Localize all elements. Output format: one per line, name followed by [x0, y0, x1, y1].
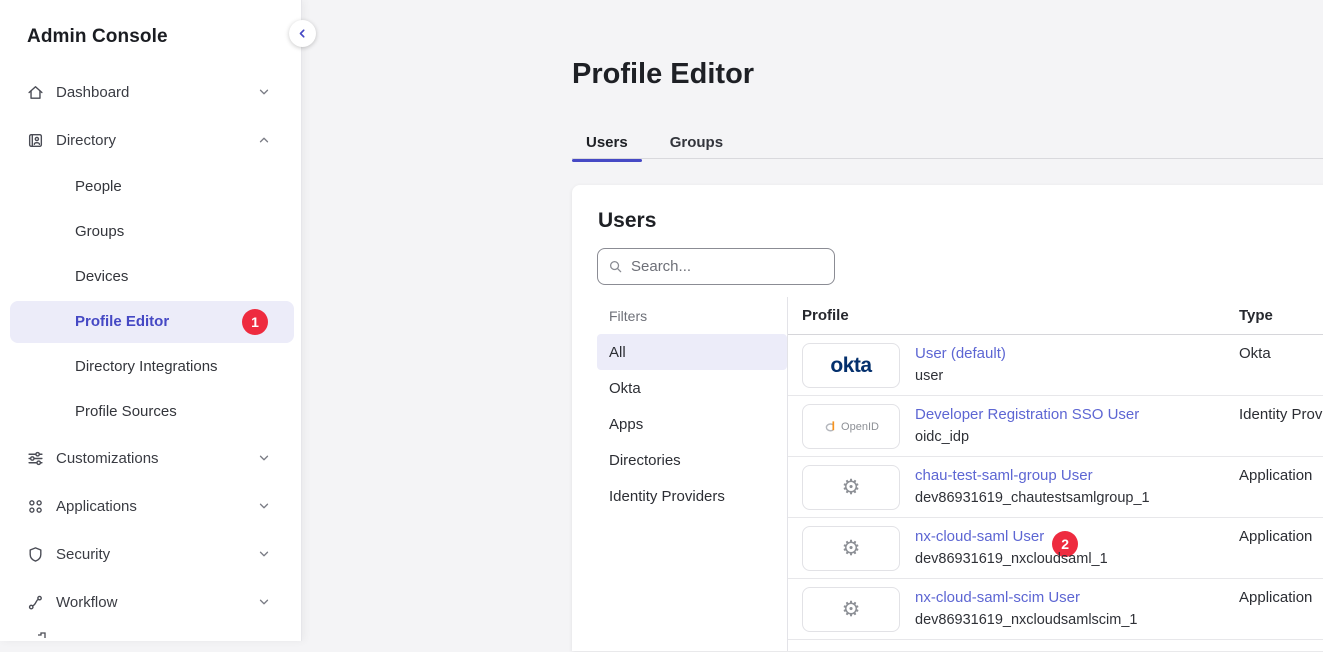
filter-directories[interactable]: Directories — [597, 442, 787, 478]
sidebar-item-people[interactable]: People — [0, 164, 301, 209]
profiles-table: Profile Type okta User (default) user Ok… — [788, 297, 1323, 640]
filters-panel: Filters All Okta Apps Directories Identi… — [597, 300, 787, 514]
sidebar-item-label: Security — [56, 546, 110, 563]
search-input[interactable] — [631, 258, 811, 275]
sidebar-item-label: Directory — [56, 132, 116, 149]
okta-logo: okta — [802, 343, 900, 388]
chevron-up-icon — [257, 133, 271, 147]
sidebar-item-groups[interactable]: Groups — [0, 209, 301, 254]
sidebar-item-label: Profile Editor — [75, 313, 169, 330]
filter-okta[interactable]: Okta — [597, 370, 787, 406]
table-row: okta User (default) user Okta — [788, 335, 1323, 396]
sidebar-item-label: Directory Integrations — [75, 358, 218, 375]
sidebar-item-devices[interactable]: Devices — [0, 254, 301, 299]
sidebar-collapse-button[interactable] — [289, 20, 316, 47]
panel-title: Users — [598, 209, 656, 233]
sidebar: Admin Console Dashboard Directory People — [0, 0, 302, 641]
shield-icon — [27, 546, 44, 563]
page-title: Profile Editor — [572, 58, 754, 91]
filter-apps[interactable]: Apps — [597, 406, 787, 442]
profile-link[interactable]: chau-test-saml-group User — [915, 467, 1093, 484]
gear-logo: ⚙ — [802, 465, 900, 510]
sidebar-item-label: Profile Sources — [75, 403, 177, 420]
filter-identity-providers[interactable]: Identity Providers — [597, 478, 787, 514]
sidebar-item-label: People — [75, 178, 122, 195]
sidebar-nav: Dashboard Directory People Groups Device… — [0, 68, 301, 626]
profile-link[interactable]: Developer Registration SSO User — [915, 406, 1139, 423]
main-content: Profile Editor Users Groups Users Filter… — [302, 0, 1323, 641]
sidebar-item-label: Groups — [75, 223, 124, 240]
profile-link[interactable]: User (default) — [915, 345, 1006, 362]
openid-glyph-icon — [823, 419, 838, 435]
gear-logo: ⚙ — [802, 587, 900, 632]
sidebar-item-profile-editor[interactable]: Profile Editor 1 — [10, 301, 294, 343]
sidebar-item-customizations[interactable]: Customizations — [0, 434, 301, 482]
profile-id: dev86931619_nxcloudsamlscim_1 — [915, 612, 1137, 628]
sidebar-item-directory[interactable]: Directory — [0, 116, 301, 164]
search-box[interactable] — [597, 248, 835, 285]
apps-grid-icon — [27, 498, 44, 515]
table-row: ⚙ chau-test-saml-group User dev86931619_… — [788, 457, 1323, 518]
gear-icon: ⚙ — [842, 599, 861, 620]
tab-users[interactable]: Users — [572, 124, 642, 160]
directory-badge-icon — [27, 132, 44, 149]
tab-divider — [572, 158, 1323, 159]
profile-type: Identity Provider — [1239, 406, 1323, 423]
tab-groups[interactable]: Groups — [656, 124, 737, 160]
sidebar-item-profile-sources[interactable]: Profile Sources — [0, 389, 301, 434]
sidebar-item-applications[interactable]: Applications — [0, 482, 301, 530]
openid-logo: OpenID — [802, 404, 900, 449]
table-header: Profile Type — [788, 297, 1323, 335]
table-row: ⚙ nx-cloud-saml-scim User dev86931619_nx… — [788, 579, 1323, 640]
table-row: OpenID Developer Registration SSO User o… — [788, 396, 1323, 457]
chevron-down-icon — [257, 85, 271, 99]
profile-link[interactable]: nx-cloud-saml User — [915, 528, 1044, 545]
sliders-icon — [27, 450, 44, 467]
gear-icon: ⚙ — [842, 477, 861, 498]
sidebar-item-dashboard[interactable]: Dashboard — [0, 68, 301, 116]
users-panel: Users Filters All Okta Apps Directories … — [572, 185, 1323, 651]
profile-type: Okta — [1239, 345, 1271, 362]
app-title: Admin Console — [0, 0, 301, 48]
profile-id: oidc_idp — [915, 429, 969, 445]
gear-logo: ⚙ — [802, 526, 900, 571]
sidebar-item-label: Dashboard — [56, 84, 129, 101]
chevron-down-icon — [257, 595, 271, 609]
profile-id: user — [915, 368, 943, 384]
workflow-icon — [27, 594, 44, 611]
gear-icon: ⚙ — [842, 538, 861, 559]
chevron-down-icon — [257, 451, 271, 465]
partial-nav-icon — [33, 631, 49, 647]
sidebar-item-workflow[interactable]: Workflow — [0, 578, 301, 626]
column-header-type: Type — [1239, 307, 1273, 324]
sidebar-item-label: Devices — [75, 268, 128, 285]
home-icon — [27, 84, 44, 101]
filter-all[interactable]: All — [597, 334, 787, 370]
sidebar-item-security[interactable]: Security — [0, 530, 301, 578]
profile-type: Application — [1239, 467, 1312, 484]
filters-label: Filters — [597, 300, 787, 334]
chevron-down-icon — [257, 499, 271, 513]
table-row: ⚙ nx-cloud-saml User 2 dev86931619_nxclo… — [788, 518, 1323, 579]
search-icon — [608, 259, 623, 274]
sidebar-item-directory-integrations[interactable]: Directory Integrations — [0, 344, 301, 389]
profile-type: Application — [1239, 528, 1312, 545]
column-header-profile: Profile — [802, 307, 849, 324]
sidebar-item-label: Workflow — [56, 594, 117, 611]
profile-link[interactable]: nx-cloud-saml-scim User — [915, 589, 1080, 606]
chevron-down-icon — [257, 547, 271, 561]
profile-id: dev86931619_nxcloudsaml_1 — [915, 551, 1108, 567]
tab-bar: Users Groups — [572, 124, 737, 160]
notification-badge: 1 — [242, 309, 268, 335]
sidebar-item-label: Applications — [56, 498, 137, 515]
sidebar-item-label: Customizations — [56, 450, 159, 467]
profile-type: Application — [1239, 589, 1312, 606]
profile-id: dev86931619_chautestsamlgroup_1 — [915, 490, 1150, 506]
